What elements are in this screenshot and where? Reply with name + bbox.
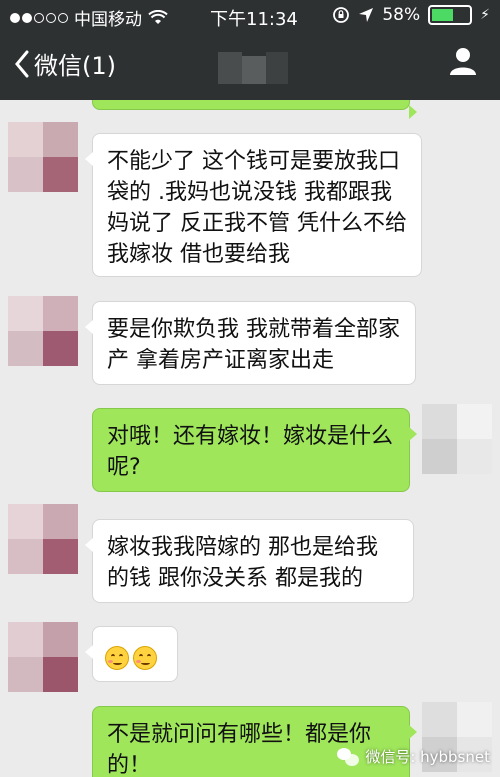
status-bar: 中国移动 下午11:34 58% ⚡ xyxy=(0,0,500,32)
message-bubble-incoming[interactable]: 要是你欺负我 我就带着全部家产 拿着房产证离家出走 xyxy=(85,301,416,385)
message-bubble-incoming[interactable] xyxy=(85,626,178,682)
back-label: 微信(1) xyxy=(34,52,116,80)
wechat-logo-icon xyxy=(337,747,360,766)
back-button[interactable]: 微信(1) xyxy=(14,46,116,81)
battery-percent: 58% xyxy=(382,5,421,25)
charging-icon: ⚡ xyxy=(480,7,490,23)
top-bar: 中国移动 下午11:34 58% ⚡ 微信(1) xyxy=(0,0,500,100)
smiling-face-emoji xyxy=(105,646,129,670)
chat-area[interactable]: 不能少了 这个钱可是要放我口袋的 .我妈也说没钱 我都跟我妈说了 反正我不管 凭… xyxy=(0,100,500,777)
avatar-blurred xyxy=(8,622,78,692)
watermark-label: 微信号: hybbsnet xyxy=(365,748,490,766)
signal-strength-icon xyxy=(10,12,68,23)
clock: 下午11:34 xyxy=(210,9,298,30)
nav-bar: 微信(1) xyxy=(0,32,500,100)
message-bubble-outgoing[interactable]: 对哦！还有嫁妆！嫁妆是什么呢? xyxy=(92,408,417,492)
smiling-face-emoji xyxy=(133,646,157,670)
location-arrow-icon xyxy=(359,8,374,22)
contact-name-blurred xyxy=(218,52,288,84)
carrier-label: 中国移动 xyxy=(74,10,142,30)
battery-icon xyxy=(428,5,473,25)
user-icon[interactable] xyxy=(448,46,478,76)
avatar-blurred xyxy=(8,122,78,192)
watermark: 微信号: hybbsnet xyxy=(337,746,490,767)
message-text: 不是就问问有哪些！都是你的！ xyxy=(107,722,372,777)
chevron-left-icon xyxy=(15,50,29,77)
avatar-blurred xyxy=(8,504,78,574)
message-bubble-incoming[interactable]: 嫁妆我我陪嫁的 那也是给我的钱 跟你没关系 都是我的 xyxy=(85,519,414,603)
message-bubble-outgoing[interactable] xyxy=(92,100,417,119)
message-text: 要是你欺负我 我就带着全部家产 拿着房产证离家出走 xyxy=(107,317,400,373)
message-bubble-incoming[interactable]: 不能少了 这个钱可是要放我口袋的 .我妈也说没钱 我都跟我妈说了 反正我不管 凭… xyxy=(85,133,422,277)
rotation-lock-icon xyxy=(333,7,350,23)
wifi-icon xyxy=(148,9,168,24)
avatar-blurred xyxy=(422,404,492,474)
message-text: 不能少了 这个钱可是要放我口袋的 .我妈也说没钱 我都跟我妈说了 反正我不管 凭… xyxy=(107,149,407,267)
message-text: 对哦！还有嫁妆！嫁妆是什么呢? xyxy=(107,424,394,480)
avatar-blurred xyxy=(8,296,78,366)
message-text: 嫁妆我我陪嫁的 那也是给我的钱 跟你没关系 都是我的 xyxy=(107,535,378,591)
